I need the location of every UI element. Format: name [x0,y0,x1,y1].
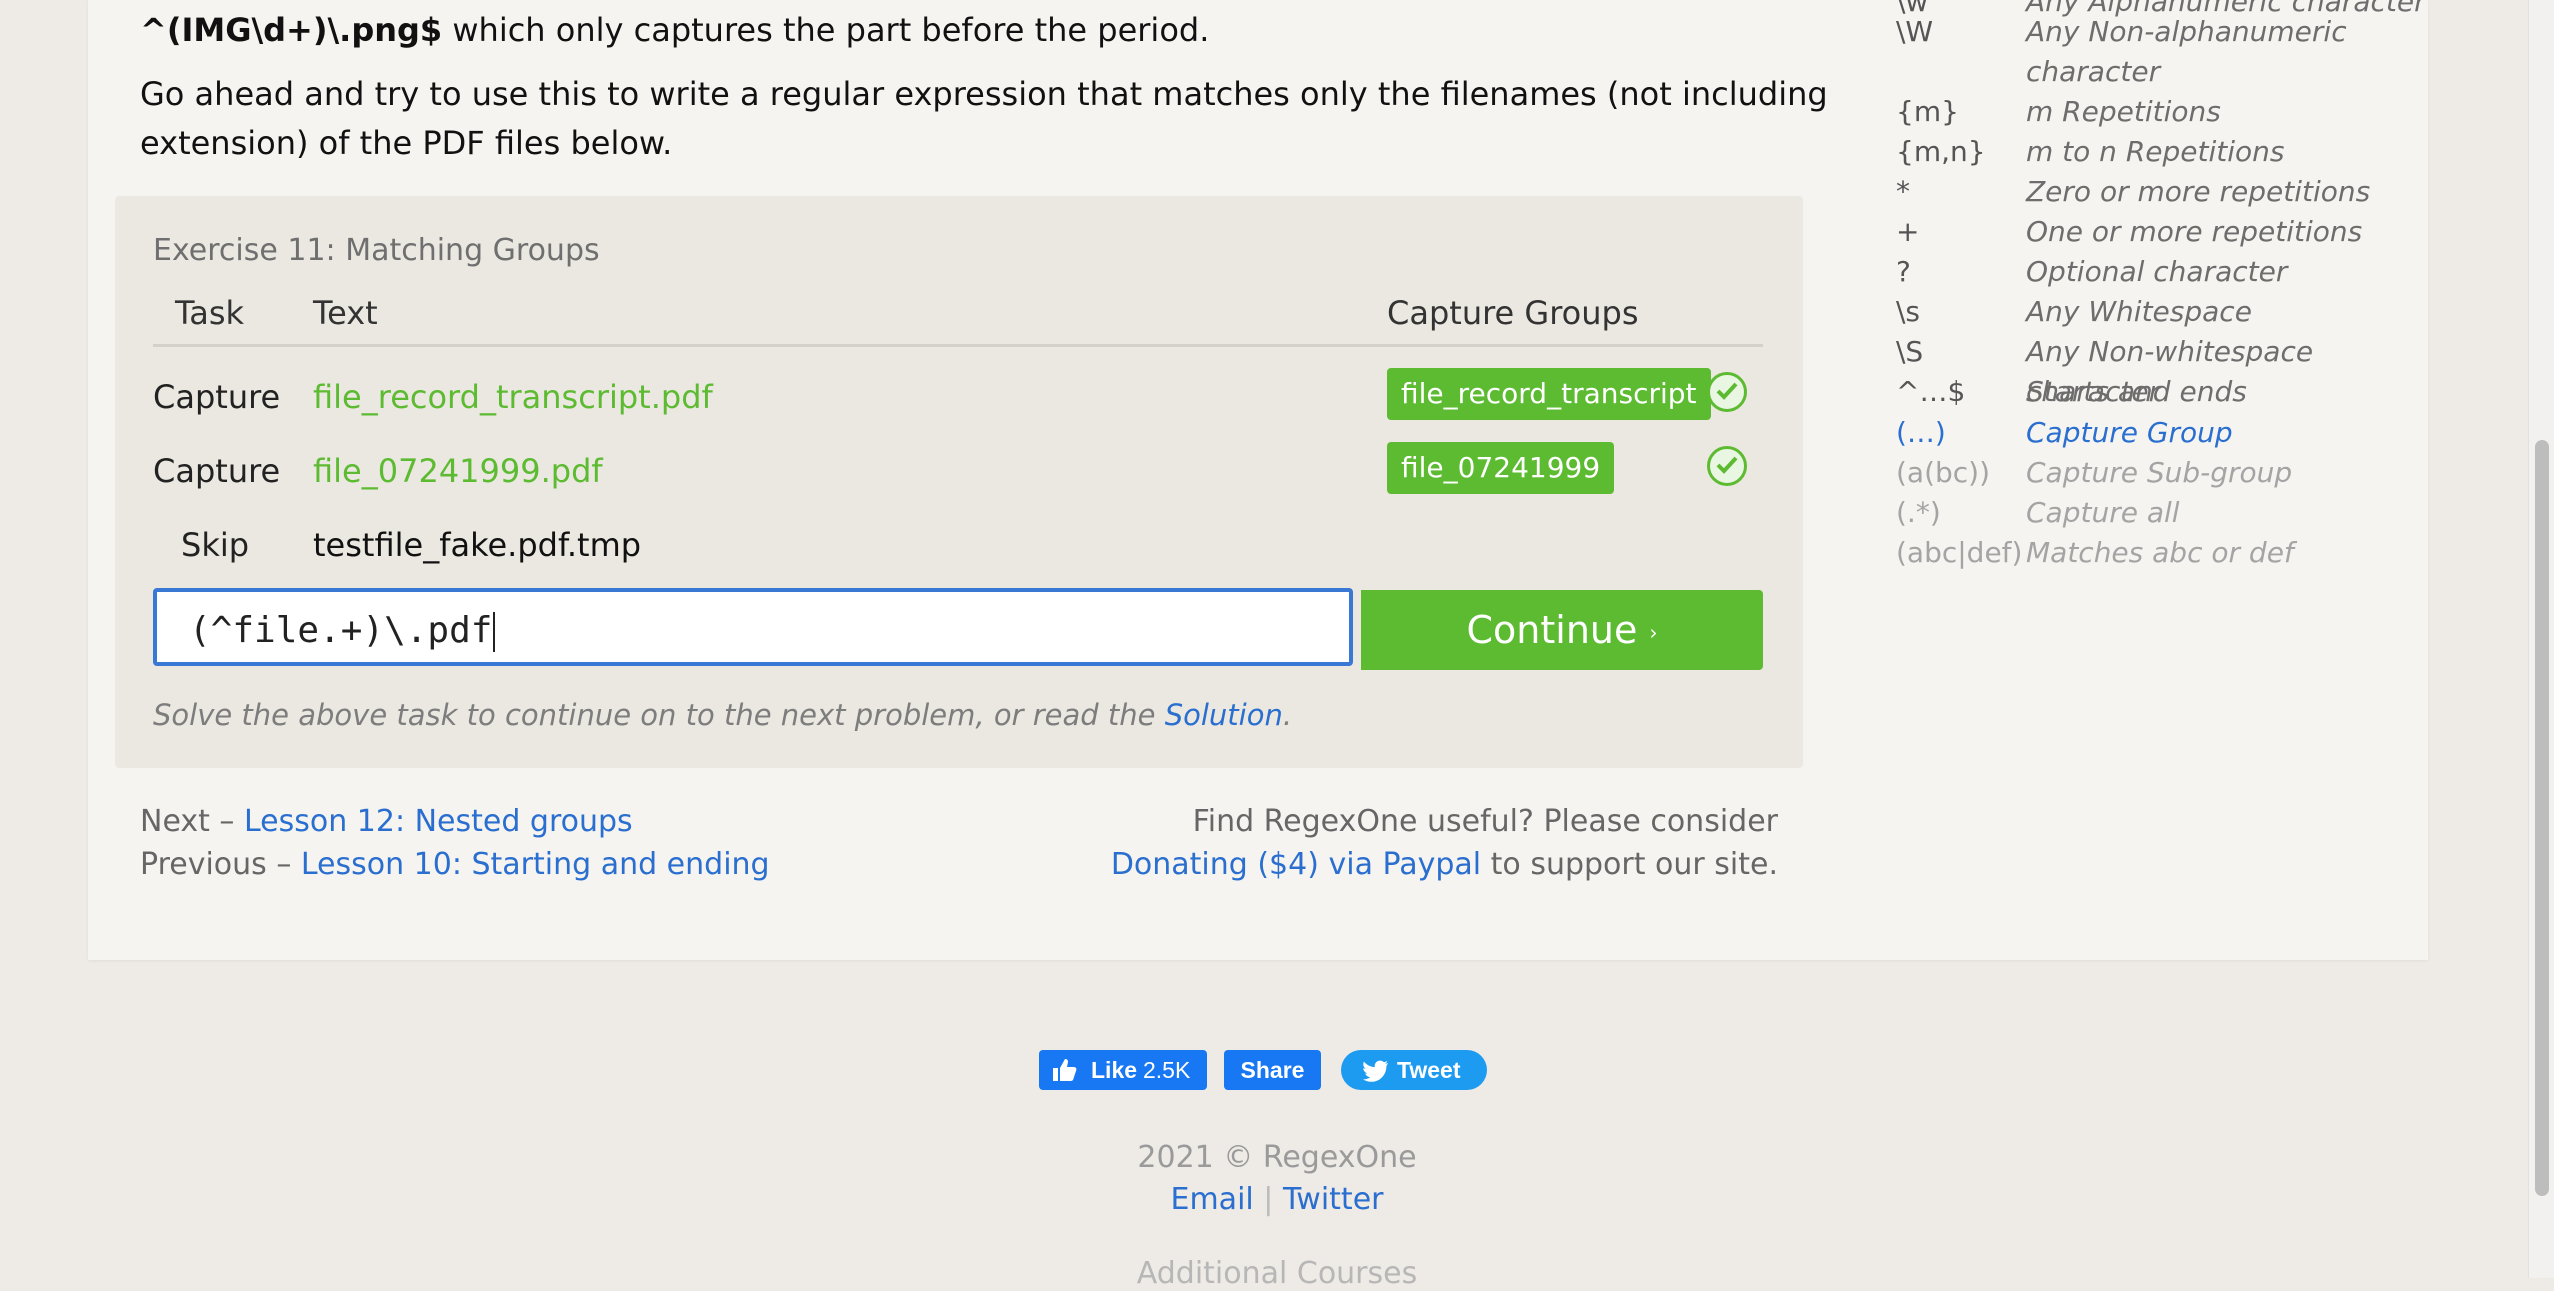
like-label: Like [1091,1057,1138,1083]
twitter-bird-icon [1363,1050,1389,1090]
lesson-intro: ^(IMG\d+)\.png$ which only captures the … [140,6,1880,162]
cheatsheet-desc: m Repetitions [2026,95,2221,128]
continue-button[interactable]: Continue › [1361,590,1763,670]
donate-rest: to support our site. [1481,847,1778,882]
row-task: Capture [153,378,281,416]
cheatsheet-key: {m} [1896,95,1959,128]
continue-label: Continue [1466,608,1638,652]
table-row: Skip testfile_fake.pdf.tmp [153,510,1763,580]
donate-line-2: Donating ($4) via Paypal to support our … [1111,843,1778,886]
cheatsheet-desc: Optional character [2026,255,2288,288]
row-task: Skip [181,526,250,564]
cheatsheet-key: ^…$ [1896,375,1966,408]
check-icon [1707,446,1747,486]
cheatsheet-desc-line: Any Non-alphanumeric [2026,15,2347,48]
footer-copyright: 2021 © RegexOne [0,1140,2554,1175]
answer-value: (^file.+)\.pdf [189,610,493,651]
hint-end: . [1282,698,1293,732]
row-text: file_record_transcript.pdf [313,378,713,416]
row-text: testfile_fake.pdf.tmp [313,526,642,564]
cheatsheet-desc: Capture Sub-group [2026,456,2293,489]
cheatsheet-key: (abc|def) [1896,536,2023,569]
cheatsheet-desc: Zero or more repetitions [2026,175,2371,208]
header-task: Task [175,294,245,332]
cheatsheet-key: + [1896,215,1920,248]
table-row: Capture file_07241999.pdf file_07241999 [153,436,1763,506]
facebook-share-button[interactable]: Share [1224,1050,1321,1090]
hint-text: Solve the above task to continue on to t… [153,698,1165,732]
intro-line-2: Go ahead and try to use this to write a … [140,75,1828,162]
scrollbar[interactable] [2528,0,2554,1278]
like-count: 2.5K [1143,1057,1191,1083]
scrollbar-thumb[interactable] [2535,440,2549,1196]
cheatsheet-desc: Any Non-alphanumeric character [2026,12,2446,92]
capture-group-badge: file_record_transcript [1387,368,1711,420]
cheatsheet-desc: Starts and ends [2026,375,2247,408]
cheatsheet-key: (a(bc)) [1896,456,1991,489]
email-link[interactable]: Email [1171,1182,1254,1217]
row-task: Capture [153,452,281,490]
footer-links: Email | Twitter [0,1182,2554,1217]
row-text: file_07241999.pdf [313,452,603,490]
cheatsheet-key: ? [1896,255,1911,288]
cheatsheet-desc: Capture Group [2026,416,2233,449]
cheatsheet-key: \W [1896,15,1934,48]
cheatsheet-key: * [1896,175,1910,208]
cheatsheet-desc: m to n Repetitions [2026,135,2285,168]
previous-lesson-link[interactable]: Lesson 10: Starting and ending [301,847,770,882]
header-capture-groups: Capture Groups [1387,294,1639,332]
solution-link[interactable]: Solution [1165,698,1283,732]
facebook-like-button[interactable]: Like 2.5K [1039,1050,1207,1090]
cheatsheet-desc: Capture all [2026,496,2180,529]
twitter-link[interactable]: Twitter [1283,1182,1384,1217]
cheatsheet-desc: Matches abc or def [2026,536,2294,569]
lesson-navigation: Next – Lesson 12: Nested groups Previous… [140,800,770,886]
copyright-text: 2021 © RegexOne [1137,1140,1417,1175]
cheatsheet-key: (…) [1896,416,1946,449]
header-text: Text [313,294,378,332]
link-separator: | [1263,1182,1274,1217]
prev-prefix: Previous – [140,847,301,882]
exercise-title: Exercise 11: Matching Groups [153,233,600,268]
exercise-hint: Solve the above task to continue on to t… [153,698,1292,732]
next-lesson: Next – Lesson 12: Nested groups [140,800,770,843]
intro-text: which only captures the part before the … [442,11,1210,49]
donate-notice: Find RegexOne useful? Please consider Do… [1111,800,1778,886]
cheatsheet-desc: One or more repetitions [2026,215,2363,248]
thumbs-up-icon [1051,1050,1077,1090]
cheatsheet-key: \S [1896,335,1924,368]
intro-code: ^(IMG\d+)\.png$ [140,11,443,49]
cheatsheet-key: \s [1896,295,1921,328]
intro-line-1: ^(IMG\d+)\.png$ which only captures the … [140,6,1880,55]
table-header: Task Text Capture Groups [153,294,1763,347]
check-icon [1707,372,1747,412]
donate-link[interactable]: Donating ($4) via Paypal [1111,847,1481,882]
chevron-right-icon: › [1649,620,1658,645]
next-prefix: Next – [140,804,244,839]
regex-answer-input[interactable]: (^file.+)\.pdf [153,588,1353,666]
exercise-panel: Exercise 11: Matching Groups Task Text C… [115,196,1803,768]
cheatsheet-desc: Any Whitespace [2026,295,2252,328]
tweet-label: Tweet [1397,1057,1461,1083]
next-lesson-link[interactable]: Lesson 12: Nested groups [244,804,633,839]
table-row: Capture file_record_transcript.pdf file_… [153,362,1763,432]
donate-line: Find RegexOne useful? Please consider [1192,804,1778,839]
capture-group-badge: file_07241999 [1387,442,1615,494]
previous-lesson: Previous – Lesson 10: Starting and endin… [140,843,770,886]
tweet-button[interactable]: Tweet [1341,1050,1487,1090]
footer-additional-courses: Additional Courses [0,1256,2554,1291]
cheatsheet-key: {m,n} [1896,135,1986,168]
cheatsheet-key: (.*) [1896,496,1941,529]
text-caret [493,612,496,652]
additional-courses-heading: Additional Courses [1136,1256,1418,1291]
cheatsheet-desc-line: character [2026,55,2161,88]
